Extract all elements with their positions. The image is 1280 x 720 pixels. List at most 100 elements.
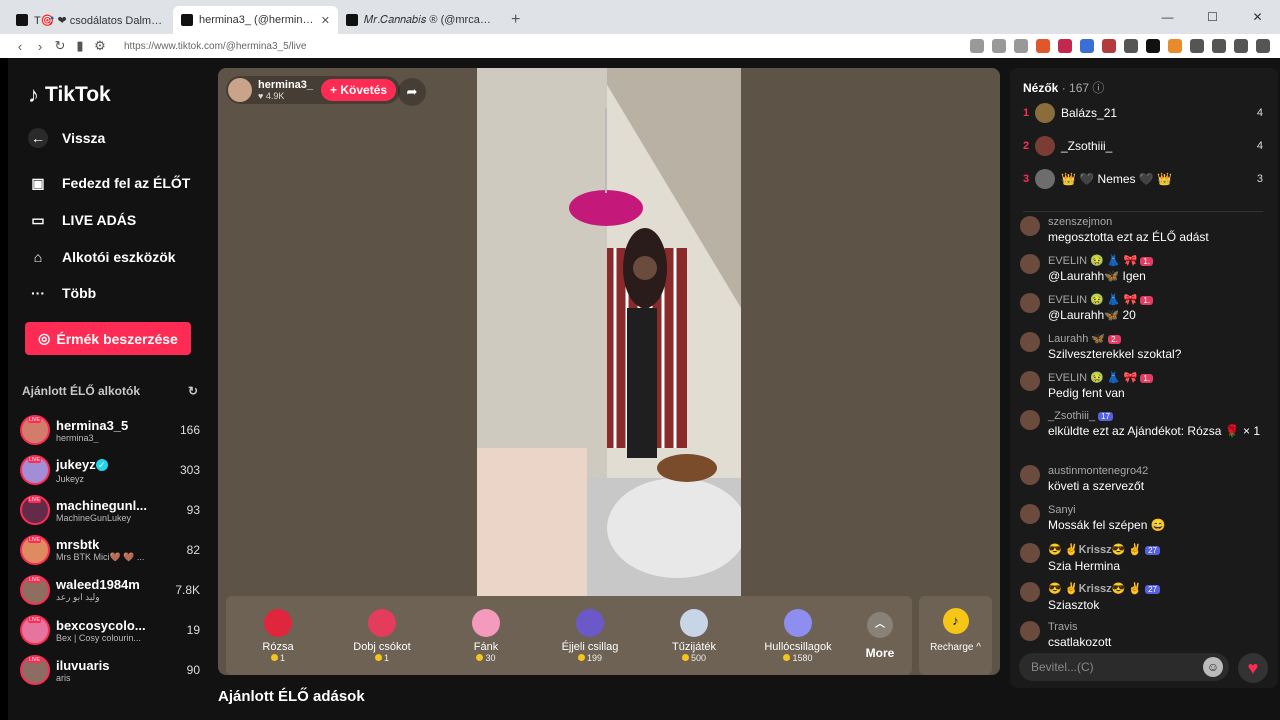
new-tab-icon[interactable]: + [511, 11, 520, 29]
chat-body: Sanyi Mossák fel szépen 😄 [1048, 504, 1166, 532]
live-video[interactable] [477, 68, 741, 596]
host-name[interactable]: hermina3_ [258, 79, 313, 91]
gift-item[interactable]: Rózsa 1 [226, 608, 330, 663]
brave-shield-icon[interactable] [1036, 39, 1050, 53]
chat-avatar[interactable] [1020, 332, 1040, 352]
extension-icon[interactable] [1102, 39, 1116, 53]
browser-tab[interactable]: T🎯 ❤ csodálatos Dalma🚙 (@ [8, 6, 173, 34]
back-link[interactable]: ← Vissza [28, 128, 105, 148]
close-tab-icon[interactable]: ✕ [321, 14, 330, 27]
chat-username[interactable]: Travis [1048, 621, 1111, 633]
creator-subtitle: Mrs BTK Mici🤎 🤎 ... [56, 552, 145, 562]
nav-item-live[interactable]: ▭ LIVE ADÁS [28, 210, 136, 230]
chat-username[interactable]: Sanyi [1048, 504, 1166, 516]
chat-avatar[interactable] [1020, 621, 1040, 641]
extensions-menu-icon[interactable] [1190, 39, 1204, 53]
chat-username[interactable]: 😎 ✌𝐊𝐫𝐢𝐬𝐬𝐳😎 ✌ 27 [1048, 582, 1161, 596]
viewer-row[interactable]: 2 _Zsothiii_ 4 [1023, 135, 1263, 157]
nav-item-explore[interactable]: ▣ Fedezd fel az ÉLŐT [28, 173, 190, 193]
creator-subtitle: Bex | Cosy colourin... [56, 632, 141, 643]
follow-button[interactable]: + Követés [321, 79, 397, 101]
creator-text: hermina3_5 hermina3_ [56, 418, 176, 443]
more-gifts-button[interactable]: ︿ More [850, 611, 910, 660]
heart-icon[interactable]: ♥ [1238, 653, 1268, 683]
chat-avatar[interactable] [1020, 410, 1040, 430]
minimize-icon[interactable]: — [1145, 0, 1190, 34]
viewer-row[interactable]: 3 👑 🖤 Nemes 🖤 👑 3 [1023, 168, 1263, 190]
gift-item[interactable]: Dobj csókot 1 [330, 608, 434, 663]
rewards-icon[interactable] [1058, 39, 1072, 53]
chat-username-text: Travis [1048, 621, 1078, 633]
chat-avatar[interactable] [1020, 293, 1040, 313]
share-icon[interactable]: ➦ [398, 78, 426, 106]
gift-item[interactable]: Tűzijáték 500 [642, 608, 746, 663]
tiktok-favicon-icon [181, 14, 193, 26]
chat-avatar[interactable] [1020, 371, 1040, 391]
share-page-icon[interactable] [1014, 39, 1028, 53]
url-field[interactable]: https://www.tiktok.com/@hermina3_5/live [124, 41, 970, 52]
extension-icon[interactable] [1168, 39, 1182, 53]
viewer-name: Balázs_21 [1061, 106, 1118, 120]
chat-username[interactable]: EVELIN 🤢 👗 🎀 1. [1048, 371, 1154, 384]
host-avatar[interactable] [228, 78, 252, 102]
browser-tab-active[interactable]: hermina3_ (@hermina3_5) ÉLŐ ✕ [173, 6, 338, 34]
chat-input[interactable]: Bevitel...(C) [1019, 653, 1229, 681]
bookmark-icon[interactable]: ▮ [70, 38, 90, 54]
chat-username[interactable]: Laurahh 🦋 2. [1048, 332, 1181, 345]
info-icon[interactable]: ⓘ [1092, 81, 1104, 95]
extension-icon[interactable] [1146, 39, 1160, 53]
browser-tab[interactable]: 𝑀𝑟.𝐶𝑎𝑛𝑛𝑎𝑏𝑖𝑠 ® (@mrcannabis_) [338, 6, 503, 34]
gift-item[interactable]: Fánk 30 [434, 608, 538, 663]
reload-icon[interactable]: ↻ [50, 38, 70, 54]
chat-avatar[interactable] [1020, 216, 1040, 236]
chat-avatar[interactable] [1020, 582, 1040, 602]
creator-text: machinegunl... MachineGunLukey [56, 498, 183, 523]
refresh-icon[interactable]: ↻ [188, 384, 198, 398]
zoom-icon[interactable] [992, 39, 1006, 53]
emoji-icon[interactable]: ☺ [1203, 657, 1223, 677]
chat-username[interactable]: austinmontenegro42 [1048, 465, 1148, 477]
coin-icon: ◎ [38, 330, 51, 346]
wallet-icon[interactable] [1234, 39, 1248, 53]
chat-username[interactable]: _Zsothiii_ 17 [1048, 410, 1260, 422]
chat-username[interactable]: EVELIN 🤢 👗 🎀 1. [1048, 254, 1154, 267]
viewer-row[interactable]: 1 Balázs_21 4 [1023, 102, 1263, 124]
translate-icon[interactable] [970, 39, 984, 53]
chat-avatar[interactable] [1020, 543, 1040, 563]
sidebar-icon[interactable] [1212, 39, 1226, 53]
gift-item[interactable]: Éjjeli csillag 199 [538, 608, 642, 663]
chat-avatar[interactable] [1020, 465, 1040, 485]
nav-item-more[interactable]: ··· Több [28, 283, 96, 303]
maximize-icon[interactable]: ☐ [1190, 0, 1235, 34]
back-icon[interactable]: ‹ [10, 39, 30, 54]
get-coins-button[interactable]: ◎ Érmék beszerzése [25, 322, 191, 355]
chat-body: EVELIN 🤢 👗 🎀 1. @Laurahh🦋 20 [1048, 293, 1154, 322]
creator-row[interactable]: LIVE bexcosycolo... Bex | Cosy colourin.… [20, 611, 200, 649]
creator-row[interactable]: LIVE jukeyz ✓ Jukeyz 303 [20, 451, 200, 489]
recharge-button[interactable]: ♪ Recharge ^ [919, 596, 992, 675]
chat-avatar[interactable] [1020, 254, 1040, 274]
creator-row[interactable]: LIVE iluvuaris aris 90 [20, 651, 200, 689]
recharge-label: Recharge ^ [930, 642, 981, 653]
menu-icon[interactable] [1256, 39, 1270, 53]
tiktok-logo[interactable]: ♪ TikTok [28, 82, 111, 108]
nav-item-creator-tools[interactable]: ⌂ Alkotói eszközök [28, 247, 176, 267]
chat-avatar[interactable] [1020, 504, 1040, 524]
extension-icon[interactable] [1124, 39, 1138, 53]
gift-item[interactable]: Hullócsillagok 1580 [746, 608, 850, 663]
creator-text: waleed1984m وليد ابو رعد [56, 577, 171, 603]
forward-icon[interactable]: › [30, 39, 50, 54]
host-info[interactable]: hermina3_ ♥ 4.9K + Követés [226, 76, 401, 104]
tiktok-favicon-icon [346, 14, 358, 26]
creator-row[interactable]: LIVE machinegunl... MachineGunLukey 93 [20, 491, 200, 529]
chat-username[interactable]: szenszejmon [1048, 216, 1209, 228]
chat-username[interactable]: EVELIN 🤢 👗 🎀 1. [1048, 293, 1154, 306]
extension-icon[interactable] [1080, 39, 1094, 53]
creator-row[interactable]: LIVE hermina3_5 hermina3_ 166 [20, 411, 200, 449]
chat-username[interactable]: 😎 ✌𝐊𝐫𝐢𝐬𝐬𝐳😎 ✌ 27 [1048, 543, 1161, 557]
creator-row[interactable]: LIVE waleed1984m وليد ابو رعد 7.8K [20, 571, 200, 609]
close-window-icon[interactable]: ✕ [1235, 0, 1280, 34]
site-info-icon[interactable]: ⚙ [90, 38, 110, 54]
tab-title: hermina3_ (@hermina3_5) ÉLŐ [199, 14, 317, 26]
creator-row[interactable]: LIVE mrsbtk Mrs BTK Mici🤎 🤎 ... 82 [20, 531, 200, 569]
